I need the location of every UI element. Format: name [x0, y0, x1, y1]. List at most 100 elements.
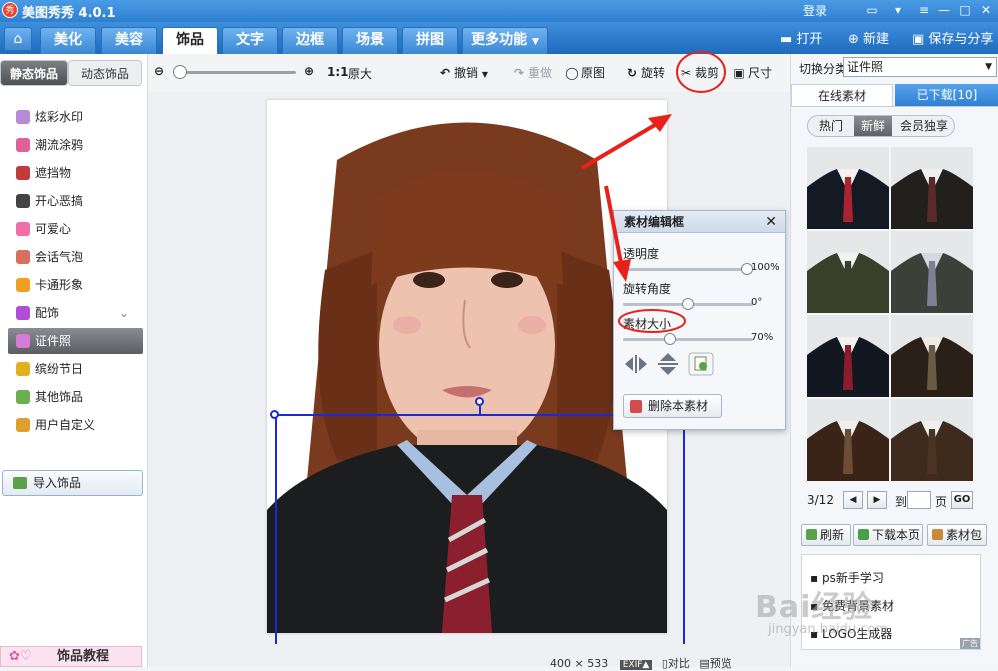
- rotation-handle[interactable]: [475, 397, 484, 406]
- undo-dropdown-icon[interactable]: ▼: [482, 70, 488, 79]
- expand-icon[interactable]: ⌄: [119, 300, 129, 326]
- opacity-slider-track[interactable]: [623, 268, 753, 271]
- next-page-button[interactable]: ▶: [867, 491, 887, 509]
- category-item[interactable]: 缤纷节日: [8, 356, 143, 382]
- maximize-icon[interactable]: □: [955, 1, 975, 19]
- resize-label: 尺寸: [748, 66, 773, 80]
- original-size-button[interactable]: 原大: [348, 65, 372, 82]
- material-editor-header[interactable]: 素材编辑框 ✕: [614, 211, 785, 233]
- material-pack-button[interactable]: 素材包: [927, 524, 987, 546]
- material-thumbnail[interactable]: [891, 315, 973, 397]
- tab-beauty[interactable]: 美容: [101, 27, 157, 54]
- login-link[interactable]: 登录: [803, 2, 827, 19]
- filter-hot[interactable]: 热门: [808, 116, 854, 136]
- material-thumbnail[interactable]: [891, 231, 973, 313]
- open-button[interactable]: ▬ 打开: [780, 28, 822, 47]
- material-selection-box[interactable]: [275, 414, 685, 644]
- refresh-button[interactable]: 刷新: [801, 524, 851, 546]
- exif-button[interactable]: EXIF▲: [619, 660, 653, 670]
- material-thumbnail[interactable]: [807, 399, 889, 481]
- category-item[interactable]: 其他饰品: [8, 384, 143, 410]
- crop-button[interactable]: ✂ 裁剪: [679, 64, 719, 81]
- plus-icon: ⊕: [848, 32, 864, 47]
- import-accessory-button[interactable]: 导入饰品: [2, 470, 143, 496]
- original-button[interactable]: ◯ 原图: [565, 64, 605, 81]
- category-item[interactable]: 配饰 ⌄: [8, 300, 143, 326]
- undo-button[interactable]: ↶ 撤销 ▼: [438, 64, 488, 81]
- tab-online-materials[interactable]: 在线素材: [791, 84, 893, 106]
- category-item[interactable]: 用户自定义: [8, 412, 143, 438]
- material-thumbnail[interactable]: [807, 315, 889, 397]
- page-input[interactable]: [907, 491, 931, 509]
- preview-icon[interactable]: ▤: [699, 657, 709, 670]
- left-panel: 静态饰品 动态饰品 炫彩水印 潮流涂鸦 遮挡物 开心恶搞 可爱心 会话气泡 卡通形象 配饰 ⌄ 证…: [0, 54, 148, 667]
- material-thumbnail[interactable]: [891, 399, 973, 481]
- tab-downloaded[interactable]: 已下载[10]: [895, 84, 998, 106]
- folder-icon: ▬: [780, 32, 797, 47]
- category-item[interactable]: 可爱心: [8, 216, 143, 242]
- original-label: 原图: [581, 66, 606, 80]
- category-select[interactable]: 证件照 ▼: [843, 57, 997, 77]
- resize-button[interactable]: ▣ 尺寸: [732, 64, 772, 81]
- material-thumbnail[interactable]: [891, 147, 973, 229]
- category-label: 用户自定义: [35, 418, 96, 432]
- subtab-animated[interactable]: 动态饰品: [68, 60, 142, 86]
- tab-frame[interactable]: 边框: [282, 27, 338, 54]
- tutorial-banner[interactable]: ✿♡ 饰品教程: [0, 646, 142, 667]
- filter-new[interactable]: 新鲜: [854, 116, 892, 136]
- category-item[interactable]: 证件照: [8, 328, 143, 354]
- close-icon[interactable]: ✕: [976, 1, 996, 19]
- ratio-1-1-button[interactable]: 1:1: [327, 65, 349, 79]
- filter-vip[interactable]: 会员独享: [892, 116, 956, 136]
- tab-scene[interactable]: 场景: [342, 27, 398, 54]
- material-editor-panel: 素材编辑框 ✕ 透明度 100% 旋转角度 0° 素材大小 70% 删除本素材: [613, 210, 786, 430]
- preview-label[interactable]: 预览: [710, 657, 732, 670]
- category-icon: [16, 334, 30, 348]
- category-item[interactable]: 潮流涂鸦: [8, 132, 143, 158]
- size-slider-knob[interactable]: [664, 333, 677, 345]
- tab-collage[interactable]: 拼图: [402, 27, 458, 54]
- category-item[interactable]: 开心恶搞: [8, 188, 143, 214]
- selection-handle-left[interactable]: [270, 410, 279, 419]
- size-slider-track[interactable]: [623, 338, 753, 341]
- minimize-icon[interactable]: —: [934, 1, 954, 19]
- compare-label[interactable]: 对比: [668, 657, 690, 670]
- tab-text[interactable]: 文字: [222, 27, 278, 54]
- category-item[interactable]: 卡通形象: [8, 272, 143, 298]
- zoom-in-icon[interactable]: ⊕: [302, 64, 318, 78]
- feedback-icon[interactable]: ▭: [862, 1, 882, 19]
- material-thumbnail[interactable]: [807, 147, 889, 229]
- tutorial-label: 饰品教程: [57, 649, 110, 664]
- open-label: 打开: [796, 32, 823, 47]
- rotation-slider-knob[interactable]: [682, 298, 694, 310]
- redo-button[interactable]: ↷ 重做: [512, 64, 552, 81]
- home-tab-icon[interactable]: ⌂: [4, 27, 32, 51]
- tab-accessories[interactable]: 饰品: [162, 27, 218, 54]
- new-button[interactable]: ⊕ 新建: [848, 28, 889, 47]
- zoom-out-icon[interactable]: ⊖: [152, 64, 168, 78]
- tab-beautify[interactable]: 美化: [40, 27, 96, 54]
- category-item[interactable]: 炫彩水印: [8, 104, 143, 130]
- delete-material-button[interactable]: 删除本素材: [623, 394, 722, 418]
- chevron-down-icon: ▼: [531, 37, 539, 47]
- tab-more[interactable]: 更多功能 ▼: [462, 27, 548, 54]
- close-icon[interactable]: ✕: [765, 211, 777, 233]
- rotate-button[interactable]: ↻ 旋转: [625, 64, 665, 81]
- prev-page-button[interactable]: ◀: [843, 491, 863, 509]
- menu-icon[interactable]: ≡: [914, 1, 934, 19]
- flip-horizontal-icon[interactable]: [623, 352, 649, 376]
- zoom-slider-track[interactable]: [178, 71, 296, 74]
- go-button[interactable]: GO: [951, 491, 973, 509]
- category-item[interactable]: 遮挡物: [8, 160, 143, 186]
- skin-icon[interactable]: ▾: [888, 1, 908, 19]
- category-item[interactable]: 会话气泡: [8, 244, 143, 270]
- subtab-static[interactable]: 静态饰品: [0, 60, 68, 86]
- category-icon: [16, 110, 30, 124]
- zoom-slider-knob[interactable]: [173, 65, 187, 79]
- duplicate-icon[interactable]: [688, 352, 714, 376]
- material-thumbnail[interactable]: [807, 231, 889, 313]
- flip-vertical-icon[interactable]: [655, 352, 681, 376]
- download-page-button[interactable]: 下载本页: [853, 524, 923, 546]
- save-share-button[interactable]: ▣ 保存与分享: [912, 28, 993, 47]
- undo-icon: ↶: [439, 66, 451, 80]
